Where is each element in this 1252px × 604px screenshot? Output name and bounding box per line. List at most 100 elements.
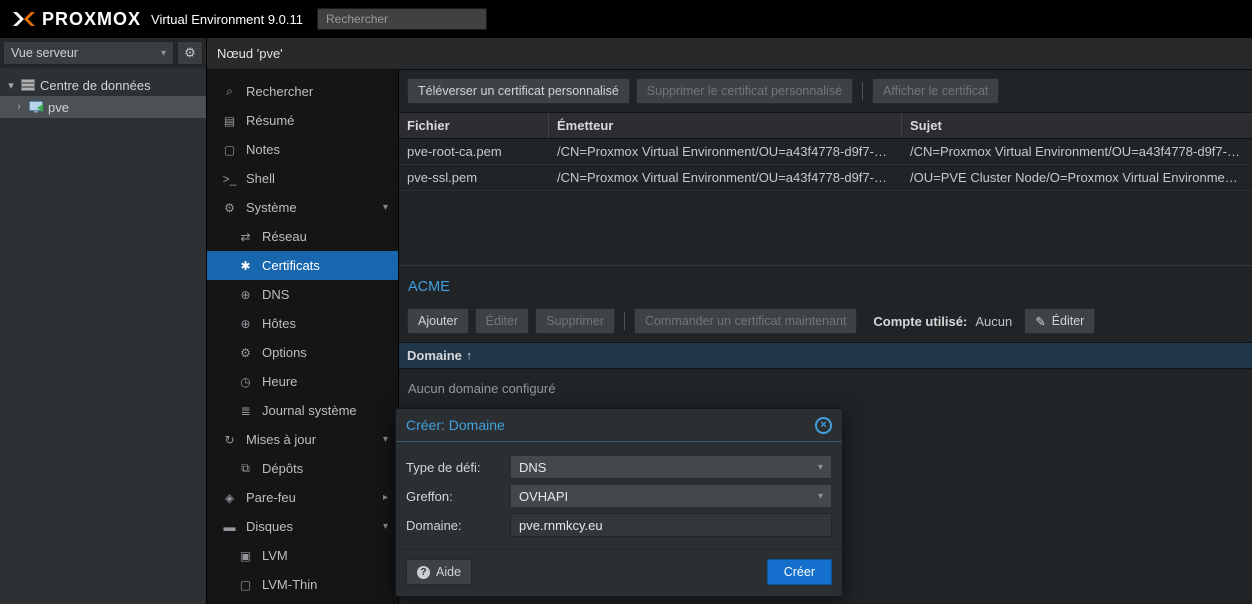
chevron-down-icon: ▾ bbox=[818, 491, 823, 502]
sidebar-item-label: Dépôts bbox=[262, 461, 303, 476]
plugin-select[interactable]: OVHAPI ▾ bbox=[510, 484, 832, 508]
disks-icon: ▬ bbox=[222, 520, 237, 534]
lvm-thin-icon: ▢ bbox=[238, 578, 253, 592]
challenge-type-select[interactable]: DNS ▾ bbox=[510, 455, 832, 479]
proxmox-logo: PROXMOX bbox=[12, 9, 141, 30]
sidebar-item-label: Rechercher bbox=[246, 84, 313, 99]
gear-icon: ⚙ bbox=[184, 45, 196, 61]
certificate-file-cell: pve-root-ca.pem bbox=[399, 139, 549, 164]
sidebar-item-label: Journal système bbox=[262, 403, 357, 418]
toolbar-separator bbox=[624, 312, 625, 330]
sidebar-item-label: Options bbox=[262, 345, 307, 360]
refresh-icon: ↻ bbox=[222, 433, 237, 447]
sidebar-item-label: LVM bbox=[262, 548, 288, 563]
sidebar-item-syslog[interactable]: ≣ Journal système bbox=[207, 396, 398, 425]
sidebar-item-network[interactable]: ⇄ Réseau bbox=[207, 222, 398, 251]
chevron-down-icon: ▾ bbox=[161, 48, 166, 59]
sidebar-item-label: LVM-Thin bbox=[262, 577, 317, 592]
domains-table-header[interactable]: Domaine ↑ bbox=[399, 342, 1252, 369]
gear-icon: ⚙ bbox=[238, 346, 253, 360]
view-selector-label: Vue serveur bbox=[11, 46, 78, 60]
gears-icon: ⚙ bbox=[222, 201, 237, 215]
sidebar-item-updates[interactable]: ↻ Mises à jour ▾ bbox=[207, 425, 398, 454]
sort-asc-icon: ↑ bbox=[466, 348, 473, 363]
shield-icon: ◈ bbox=[222, 491, 237, 505]
tree-item-label: pve bbox=[48, 100, 69, 115]
spacer bbox=[399, 191, 1252, 265]
sidebar-item-hosts[interactable]: ⊕ Hôtes bbox=[207, 309, 398, 338]
global-search-input[interactable] bbox=[317, 8, 487, 30]
sidebar-item-label: Système bbox=[246, 200, 297, 215]
help-button[interactable]: ? Aide bbox=[406, 559, 472, 585]
terminal-icon: >_ bbox=[222, 172, 237, 186]
create-button[interactable]: Créer bbox=[767, 559, 832, 585]
sidebar-item-notes[interactable]: ▢ Notes bbox=[207, 135, 398, 164]
acme-add-button[interactable]: Ajouter bbox=[407, 308, 469, 334]
view-selector-row: Vue serveur ▾ ⚙ bbox=[0, 38, 206, 68]
sidebar-item-lvm[interactable]: ▣ LVM bbox=[207, 541, 398, 570]
acme-remove-button: Supprimer bbox=[535, 308, 615, 334]
chevron-down-icon: ▾ bbox=[818, 462, 823, 473]
sidebar-item-shell[interactable]: >_ Shell bbox=[207, 164, 398, 193]
clock-icon: ◷ bbox=[238, 375, 253, 389]
dialog-header[interactable]: Créer: Domaine × bbox=[396, 409, 842, 442]
sidebar-item-search[interactable]: ⌕ Rechercher bbox=[207, 77, 398, 106]
column-header-domain: Domaine bbox=[407, 348, 462, 363]
acme-toolbar: Ajouter Éditer Supprimer Commander un ce… bbox=[399, 308, 1252, 342]
column-header-subject[interactable]: Sujet bbox=[902, 113, 1252, 138]
sidebar-item-lvm-thin[interactable]: ▢ LVM-Thin bbox=[207, 570, 398, 599]
tree-settings-button[interactable]: ⚙ bbox=[177, 41, 203, 65]
tree-item-pve[interactable]: › pve bbox=[0, 96, 206, 118]
certificate-row[interactable]: pve-root-ca.pem /CN=Proxmox Virtual Envi… bbox=[399, 139, 1252, 165]
caret-down-icon: ▾ bbox=[383, 202, 388, 213]
sidebar-item-time[interactable]: ◷ Heure bbox=[207, 367, 398, 396]
certificates-toolbar: Téléverser un certificat personnalisé Su… bbox=[399, 70, 1252, 112]
domain-row: Domaine: bbox=[406, 513, 832, 537]
column-header-issuer[interactable]: Émetteur bbox=[549, 113, 902, 138]
sidebar-item-label: Certificats bbox=[262, 258, 320, 273]
account-edit-label: Éditer bbox=[1052, 314, 1085, 328]
column-header-file[interactable]: Fichier bbox=[399, 113, 549, 138]
sidebar-item-label: Notes bbox=[246, 142, 280, 157]
sidebar-item-dns[interactable]: ⊕ DNS bbox=[207, 280, 398, 309]
plugin-value: OVHAPI bbox=[519, 489, 568, 504]
account-used-value: Aucun bbox=[975, 314, 1012, 329]
sidebar-item-summary[interactable]: ▤ Résumé bbox=[207, 106, 398, 135]
view-selector[interactable]: Vue serveur ▾ bbox=[3, 41, 174, 65]
dialog-footer: ? Aide Créer bbox=[396, 549, 842, 596]
certificate-subject-cell: /CN=Proxmox Virtual Environment/OU=a43f4… bbox=[902, 139, 1252, 164]
sidebar-item-system[interactable]: ⚙ Système ▾ bbox=[207, 193, 398, 222]
challenge-type-value: DNS bbox=[519, 460, 546, 475]
tree-item-datacenter[interactable]: ▾ Centre de données bbox=[0, 74, 206, 96]
upload-custom-certificate-button[interactable]: Téléverser un certificat personnalisé bbox=[407, 78, 630, 104]
sidebar-item-options[interactable]: ⚙ Options bbox=[207, 338, 398, 367]
challenge-type-label: Type de défi: bbox=[406, 460, 510, 475]
acme-section-title: ACME bbox=[399, 265, 1252, 308]
tree-collapsed-icon[interactable]: › bbox=[14, 101, 24, 113]
sidebar-item-label: Heure bbox=[262, 374, 297, 389]
node-menu: ⌕ Rechercher ▤ Résumé ▢ Notes >_ Shell ⚙… bbox=[207, 70, 399, 604]
domain-input[interactable] bbox=[510, 513, 832, 537]
sidebar-item-label: Réseau bbox=[262, 229, 307, 244]
certificate-issuer-cell: /CN=Proxmox Virtual Environment/OU=a43f4… bbox=[549, 139, 902, 164]
certificate-issuer-cell: /CN=Proxmox Virtual Environment/OU=a43f4… bbox=[549, 165, 902, 190]
caret-right-icon: ▸ bbox=[383, 492, 388, 503]
sidebar-item-firewall[interactable]: ◈ Pare-feu ▸ bbox=[207, 483, 398, 512]
close-icon[interactable]: × bbox=[815, 417, 832, 434]
copy-icon: ⧉ bbox=[238, 461, 253, 476]
sidebar-item-disks[interactable]: ▬ Disques ▾ bbox=[207, 512, 398, 541]
sidebar-item-certificates[interactable]: ✱ Certificats bbox=[207, 251, 398, 280]
sidebar-item-label: Mises à jour bbox=[246, 432, 316, 447]
account-edit-button[interactable]: ✎ Éditer bbox=[1024, 308, 1095, 334]
proxmox-logo-icon bbox=[12, 11, 36, 27]
node-icon bbox=[29, 101, 43, 113]
caret-down-icon: ▾ bbox=[383, 434, 388, 445]
create-domain-dialog: Créer: Domaine × Type de défi: DNS ▾ Gre… bbox=[395, 408, 843, 597]
pencil-icon: ✎ bbox=[1035, 314, 1045, 329]
toolbar-separator bbox=[862, 82, 863, 100]
globe-icon: ⊕ bbox=[238, 317, 253, 331]
dialog-body: Type de défi: DNS ▾ Greffon: OVHAPI ▾ Do… bbox=[396, 442, 842, 549]
tree-item-label: Centre de données bbox=[40, 78, 151, 93]
certificate-row[interactable]: pve-ssl.pem /CN=Proxmox Virtual Environm… bbox=[399, 165, 1252, 191]
sidebar-item-repositories[interactable]: ⧉ Dépôts bbox=[207, 454, 398, 483]
